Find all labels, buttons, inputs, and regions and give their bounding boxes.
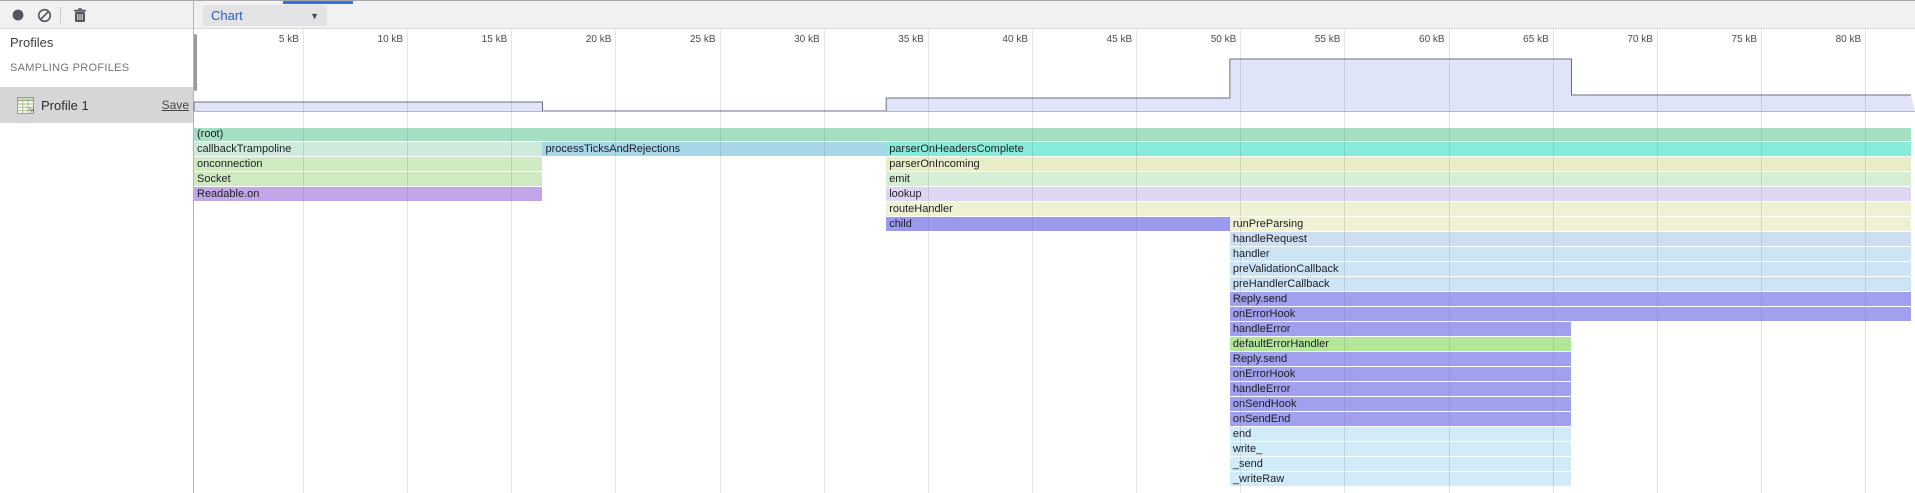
flame-bar[interactable]: Readable.on xyxy=(194,187,542,201)
flame-bar[interactable]: Reply.send xyxy=(1230,292,1911,306)
flame-bar[interactable]: handleError xyxy=(1230,322,1572,336)
save-profile-link[interactable]: Save xyxy=(162,98,189,112)
active-tab-indicator xyxy=(283,1,353,4)
flame-bar[interactable]: handleError xyxy=(1230,382,1572,396)
flame-bar[interactable]: callbackTrampoline xyxy=(194,142,542,156)
flame-bar[interactable]: child xyxy=(886,217,1230,231)
overview-ruler-tick-label: 40 kB xyxy=(962,34,1028,45)
flame-bar[interactable]: handleRequest xyxy=(1230,232,1911,246)
profile-name: Profile 1 xyxy=(41,98,89,113)
flame-bar[interactable]: onErrorHook xyxy=(1230,367,1572,381)
flame-bar[interactable]: end xyxy=(1230,427,1572,441)
flame-bar[interactable]: preValidationCallback xyxy=(1230,262,1911,276)
sidebar-title: Profiles xyxy=(10,35,53,50)
overview-ruler-tick-label: 30 kB xyxy=(754,34,820,45)
memory-tool-window: Chart ▼ Profiles SAMPLING PROFILES % xyxy=(0,0,1915,493)
overview-ruler-tick-label: 55 kB xyxy=(1274,34,1340,45)
flame-bar[interactable]: lookup xyxy=(886,187,1911,201)
flame-bar[interactable]: onconnection xyxy=(194,157,542,171)
flame-bar[interactable]: emit xyxy=(886,172,1911,186)
overview-ruler-tick-label: 75 kB xyxy=(1691,34,1757,45)
flame-bar[interactable]: _writeRaw xyxy=(1230,472,1572,486)
toolbar-separator xyxy=(60,7,61,23)
flame-bar[interactable]: onSendEnd xyxy=(1230,412,1572,426)
overview-ruler-tick-label: 45 kB xyxy=(1066,34,1132,45)
view-mode-value: Chart xyxy=(211,8,243,23)
flame-bar[interactable]: parserOnHeadersComplete xyxy=(886,142,1911,156)
record-icon xyxy=(11,8,25,22)
overview-ruler-tick-label: 25 kB xyxy=(650,34,716,45)
flame-bar[interactable]: onSendHook xyxy=(1230,397,1572,411)
delete-button[interactable] xyxy=(68,4,92,26)
flame-bar[interactable]: Socket xyxy=(194,172,542,186)
flame-bar[interactable]: parserOnIncoming xyxy=(886,157,1911,171)
view-mode-select[interactable]: Chart ▼ xyxy=(203,5,327,26)
overview-ruler-tick-label: 65 kB xyxy=(1483,34,1549,45)
overview-ruler-tick-label: 5 kB xyxy=(233,34,299,45)
profiles-sidebar: Profiles SAMPLING PROFILES % Profile 1 S… xyxy=(0,29,193,493)
flame-ruler-strip xyxy=(194,111,1915,128)
forbid-icon xyxy=(37,8,52,23)
overview-ruler-tick-label: 35 kB xyxy=(858,34,924,45)
overview-ruler-tick-label: 80 kB xyxy=(1795,34,1861,45)
flame-bar[interactable]: write_ xyxy=(1230,442,1572,456)
overview-ruler-tick-label: 60 kB xyxy=(1379,34,1445,45)
flame-bar[interactable]: Reply.send xyxy=(1230,352,1572,366)
flame-bar[interactable]: routeHandler xyxy=(886,202,1911,216)
clear-button[interactable] xyxy=(32,4,56,26)
chevron-down-icon: ▼ xyxy=(310,11,319,21)
flame-bar[interactable]: _send xyxy=(1230,457,1572,471)
sampling-profiles-heading: SAMPLING PROFILES xyxy=(10,62,129,74)
trash-icon xyxy=(73,8,87,23)
overview-ruler-tick-label: 10 kB xyxy=(337,34,403,45)
overview-ruler-tick-label: 20 kB xyxy=(545,34,611,45)
profile-list-item[interactable]: % Profile 1 Save xyxy=(0,87,193,123)
spreadsheet-icon: % xyxy=(17,97,34,114)
overview-ruler-tick-label: 15 kB xyxy=(441,34,507,45)
overview-ruler-tick-label: 70 kB xyxy=(1587,34,1653,45)
flame-bar[interactable]: (root) xyxy=(194,127,1911,141)
record-button[interactable] xyxy=(6,4,30,26)
flame-bar[interactable]: processTicksAndRejections xyxy=(542,142,886,156)
toolbar: Chart ▼ xyxy=(0,1,1915,29)
flame-bar[interactable]: handler xyxy=(1230,247,1911,261)
flame-bar[interactable]: preHandlerCallback xyxy=(1230,277,1911,291)
flame-bar[interactable]: runPreParsing xyxy=(1230,217,1911,231)
overview-ruler-tick-label: 50 kB xyxy=(1170,34,1236,45)
flame-chart-panel xyxy=(194,29,1915,493)
flame-bar[interactable]: onErrorHook xyxy=(1230,307,1911,321)
vertical-scrollbar-thumb[interactable] xyxy=(194,34,197,91)
svg-text:%: % xyxy=(29,108,34,114)
flame-bar[interactable]: defaultErrorHandler xyxy=(1230,337,1572,351)
